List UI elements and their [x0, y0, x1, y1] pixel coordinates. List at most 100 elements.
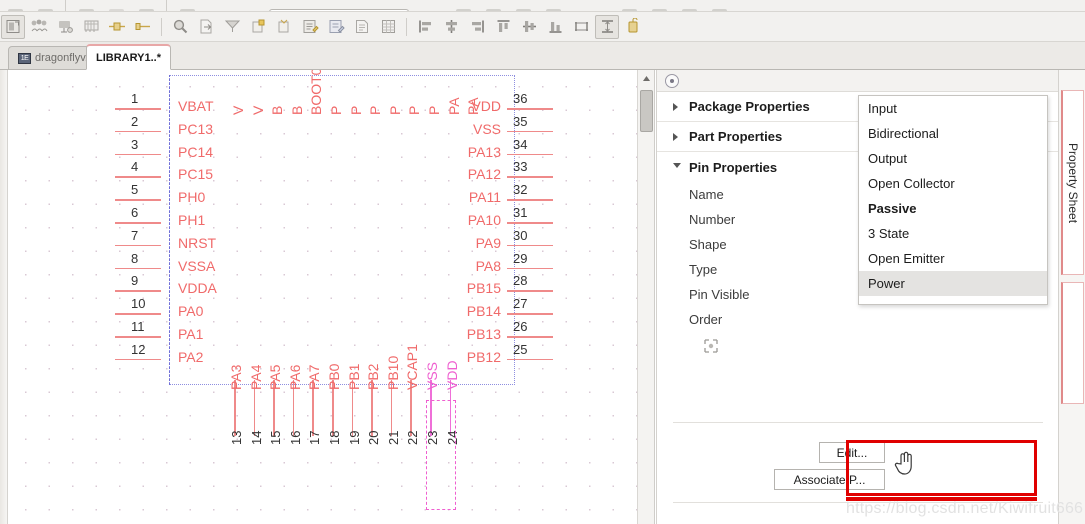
pin-number-left: 4: [131, 159, 138, 174]
align-middle-icon[interactable]: [517, 15, 541, 39]
scrollbar-thumb[interactable]: [640, 90, 653, 132]
undo-icon[interactable]: [174, 0, 200, 12]
property-sheet-tab[interactable]: Property Sheet: [1061, 90, 1084, 275]
copy-icon[interactable]: [103, 0, 129, 12]
pin-name-top: BOOT0: [308, 70, 324, 115]
place-part-icon[interactable]: [1, 15, 25, 39]
pin-line-right: [507, 199, 553, 201]
place-junction-icon[interactable]: [105, 15, 129, 39]
place-bus-entry-icon[interactable]: [131, 15, 155, 39]
schematic-canvas[interactable]: 1VBAT2PC133PC144PC155PH06PH17NRST8VSSA9V…: [0, 70, 655, 524]
pin-number-right: 27: [513, 296, 527, 311]
property-sheet-tab-lower[interactable]: [1061, 282, 1084, 404]
pin-number-bottom: 17: [307, 431, 322, 445]
place-offpage-icon[interactable]: [220, 15, 244, 39]
pin-name-bottom: PA5: [267, 365, 283, 390]
align-right-icon[interactable]: [465, 15, 489, 39]
pin-name-top: B: [269, 106, 285, 115]
pin-name-bottom: PA6: [287, 365, 303, 390]
help-icon[interactable]: [706, 0, 732, 12]
align-top-icon[interactable]: [491, 15, 515, 39]
toolbar-top: [0, 0, 1085, 12]
dropdown-option-open-emitter[interactable]: Open Emitter: [859, 246, 1047, 271]
align-bottom-icon[interactable]: [543, 15, 567, 39]
print-icon[interactable]: [2, 0, 28, 12]
zoom-out-icon[interactable]: [480, 0, 506, 12]
place-text-icon[interactable]: [298, 15, 322, 39]
pin-name-top: V: [250, 106, 266, 115]
dropdown-option-output[interactable]: Output: [859, 146, 1047, 171]
pin-name-top: P: [328, 106, 344, 115]
pin-name-top: V: [230, 106, 246, 115]
dropdown-option-3-state[interactable]: 3 State: [859, 221, 1047, 246]
field-label: Type: [689, 262, 717, 277]
panel-menu-icon[interactable]: [665, 74, 679, 88]
pin-line-right: [507, 154, 553, 156]
pin-name-left: PA2: [178, 349, 203, 365]
pin-number-bottom: 20: [366, 431, 381, 445]
paste-icon[interactable]: [133, 0, 159, 12]
pin-number-bottom: 19: [347, 431, 362, 445]
place-net-group-icon[interactable]: [27, 15, 51, 39]
align-center-icon[interactable]: [439, 15, 463, 39]
pin-line-right: [507, 268, 553, 270]
property-sheet-label: Property Sheet: [1066, 142, 1080, 222]
field-label: Shape: [689, 237, 727, 252]
part-search-input[interactable]: [266, 0, 412, 12]
cut-icon[interactable]: [73, 0, 99, 12]
bom-icon[interactable]: [646, 0, 672, 12]
place-note-icon[interactable]: [324, 15, 348, 39]
netlist-icon[interactable]: [676, 0, 702, 12]
associate-part-button[interactable]: Associate P...: [774, 469, 885, 490]
type-dropdown-list[interactable]: Input Bidirectional Output Open Collecto…: [858, 95, 1048, 305]
annotate-icon[interactable]: [621, 15, 645, 39]
pin-line-right: [507, 290, 553, 292]
pin-line-right: [507, 245, 553, 247]
document-tab-strip: 1E dragonflyv..* LIBRARY1..*: [0, 42, 1085, 70]
print-preview-icon[interactable]: [32, 0, 58, 12]
dropdown-option-passive[interactable]: Passive: [859, 196, 1047, 221]
align-left-icon[interactable]: [413, 15, 437, 39]
distribute-vertical-icon[interactable]: [595, 15, 619, 39]
toolbar-top-group: [0, 0, 734, 11]
tab-library1[interactable]: LIBRARY1..*: [86, 44, 171, 70]
dropdown-option-input[interactable]: Input: [859, 96, 1047, 121]
pin-name-right: PB13: [429, 326, 501, 342]
part-symbol-selection-edge: [169, 75, 170, 385]
zoom-area-icon[interactable]: [540, 0, 566, 12]
place-port-icon[interactable]: [194, 15, 218, 39]
zoom-fit-icon[interactable]: [510, 0, 536, 12]
field-label: Order: [689, 312, 722, 327]
place-no-connect-icon[interactable]: [246, 15, 270, 39]
zoom-in-icon[interactable]: [450, 0, 476, 12]
pin-name-bottom: PB2: [365, 364, 381, 390]
move-crosshair-icon[interactable]: [703, 338, 719, 354]
group-label: Part Properties: [689, 129, 782, 144]
pin-name-top: PA: [446, 97, 462, 115]
pin-name-left: VSSA: [178, 258, 215, 274]
pin-name-bottom: VSS: [424, 362, 440, 390]
drc-icon[interactable]: [616, 0, 642, 12]
canvas-grid[interactable]: 1VBAT2PC133PC144PC155PH06PH17NRST8VSSA9V…: [8, 70, 655, 524]
canvas-vertical-scrollbar[interactable]: [637, 70, 654, 524]
pin-name-left: PC15: [178, 166, 213, 182]
place-picture-icon[interactable]: [350, 15, 374, 39]
pin-line-left: [115, 199, 161, 201]
dropdown-option-open-collector[interactable]: Open Collector: [859, 171, 1047, 196]
pin-number-left: 8: [131, 251, 138, 266]
dropdown-option-power[interactable]: Power: [859, 271, 1047, 296]
scroll-up-arrow[interactable]: [638, 70, 655, 87]
dropdown-option-bidirectional[interactable]: Bidirectional: [859, 121, 1047, 146]
edit-button[interactable]: Edit...: [819, 442, 885, 463]
pin-name-bottom: PB10: [385, 356, 401, 390]
distribute-horizontal-icon[interactable]: [569, 15, 593, 39]
place-power-icon[interactable]: [53, 15, 77, 39]
place-table-icon[interactable]: [376, 15, 400, 39]
pin-name-left: PH0: [178, 189, 205, 205]
pin-name-right: PB15: [429, 280, 501, 296]
toolbar-separator: [161, 18, 162, 36]
place-net-alias-icon[interactable]: [168, 15, 192, 39]
place-bus-icon[interactable]: [79, 15, 103, 39]
pin-name-top: P: [367, 106, 383, 115]
place-dc-icon[interactable]: [272, 15, 296, 39]
